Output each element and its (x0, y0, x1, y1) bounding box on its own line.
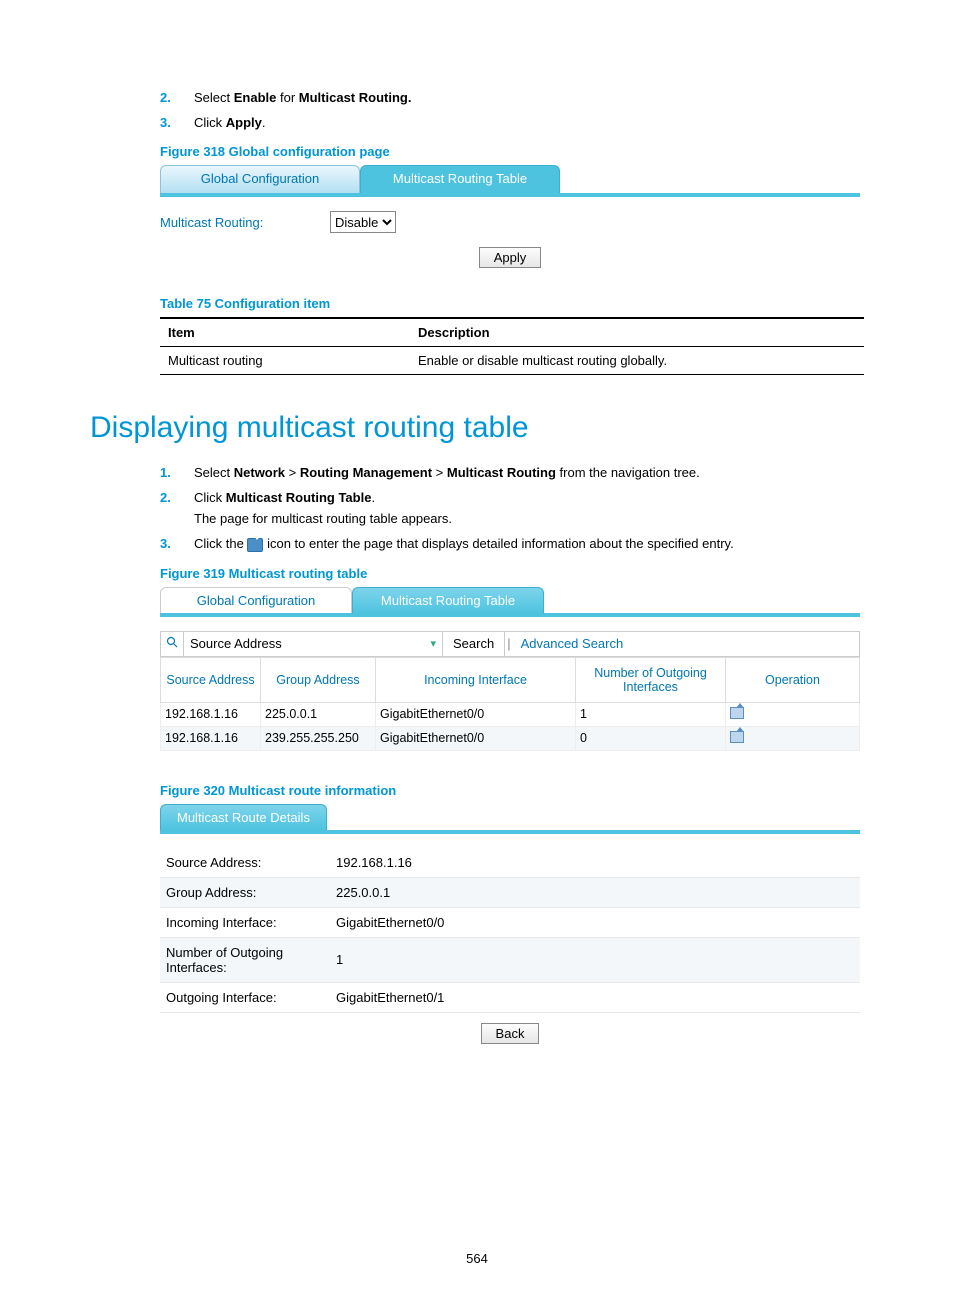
details-icon[interactable] (730, 731, 744, 743)
search-button[interactable]: Search (443, 632, 505, 656)
th-outgoing-count: Number of Outgoing Interfaces (576, 657, 726, 702)
table-75: Item Description Multicast routing Enabl… (160, 317, 864, 375)
step-number: 2. (160, 490, 194, 526)
th-operation: Operation (726, 657, 860, 702)
search-icon[interactable] (161, 636, 183, 651)
apply-button[interactable]: Apply (479, 247, 542, 268)
step-sub: The page for multicast routing table app… (194, 511, 864, 526)
table-row: Group Address:225.0.0.1 (160, 877, 860, 907)
th-incoming-interface: Incoming Interface (376, 657, 576, 702)
table-row: Incoming Interface:GigabitEthernet0/0 (160, 907, 860, 937)
tab-multicast-routing-table[interactable]: Multicast Routing Table (360, 165, 560, 193)
step-body: Select Enable for Multicast Routing. (194, 90, 864, 105)
tab-multicast-route-details[interactable]: Multicast Route Details (160, 804, 327, 830)
table-75-caption: Table 75 Configuration item (160, 296, 864, 311)
route-details-table: Source Address:192.168.1.16 Group Addres… (160, 848, 860, 1013)
step-number: 3. (160, 115, 194, 130)
step-number: 2. (160, 90, 194, 105)
multicast-routing-select[interactable]: Disable (330, 211, 396, 233)
figure-320: Multicast Route Details Source Address:1… (160, 804, 860, 1044)
step-body: Select Network > Routing Management > Mu… (194, 465, 864, 480)
th-item: Item (160, 318, 410, 347)
details-icon[interactable] (730, 707, 744, 719)
back-button[interactable]: Back (481, 1023, 540, 1044)
steps-section: 1. Select Network > Routing Management >… (160, 465, 864, 552)
routing-table: Source Address Group Address Incoming In… (160, 657, 860, 751)
search-row: Source Address ▾ Search | Advanced Searc… (160, 631, 860, 657)
th-description: Description (410, 318, 864, 347)
steps-top: 2. Select Enable for Multicast Routing. … (160, 90, 864, 130)
step-2: 2. Select Enable for Multicast Routing. (160, 90, 864, 105)
advanced-search-link[interactable]: Advanced Search (513, 636, 632, 651)
step-1: 1. Select Network > Routing Management >… (160, 465, 864, 480)
search-field-select[interactable]: Source Address ▾ (183, 632, 443, 656)
section-heading: Displaying multicast routing table (90, 411, 864, 445)
figure-320-caption: Figure 320 Multicast route information (160, 783, 864, 798)
figure-319-caption: Figure 319 Multicast routing table (160, 566, 864, 581)
chevron-down-icon: ▾ (430, 637, 436, 650)
step-number: 1. (160, 465, 194, 480)
figure-318: Global Configuration Multicast Routing T… (160, 165, 864, 268)
step-body: Click Apply. (194, 115, 864, 130)
table-row: Source Address:192.168.1.16 (160, 848, 860, 878)
step-body: Click Multicast Routing Table. The page … (194, 490, 864, 526)
table-row: Outgoing Interface:GigabitEthernet0/1 (160, 982, 860, 1012)
figure-319: Global Configuration Multicast Routing T… (160, 587, 860, 751)
table-row: 192.168.1.16 225.0.0.1 GigabitEthernet0/… (161, 702, 860, 726)
step-3: 3. Click the icon to enter the page that… (160, 536, 864, 552)
details-icon (247, 538, 263, 552)
th-source-address: Source Address (161, 657, 261, 702)
figure-318-caption: Figure 318 Global configuration page (160, 144, 864, 159)
tab-global-configuration[interactable]: Global Configuration (160, 587, 352, 613)
table-row: 192.168.1.16 239.255.255.250 GigabitEthe… (161, 726, 860, 750)
step-3: 3. Click Apply. (160, 115, 864, 130)
step-body: Click the icon to enter the page that di… (194, 536, 864, 552)
tab-global-configuration[interactable]: Global Configuration (160, 165, 360, 193)
multicast-routing-label: Multicast Routing: (160, 215, 330, 230)
th-group-address: Group Address (261, 657, 376, 702)
step-2: 2. Click Multicast Routing Table. The pa… (160, 490, 864, 526)
tab-multicast-routing-table[interactable]: Multicast Routing Table (352, 587, 544, 613)
step-number: 3. (160, 536, 194, 552)
table-row: Number of Outgoing Interfaces:1 (160, 937, 860, 982)
table-row: Multicast routing Enable or disable mult… (160, 347, 864, 375)
page-number: 564 (0, 1251, 954, 1266)
